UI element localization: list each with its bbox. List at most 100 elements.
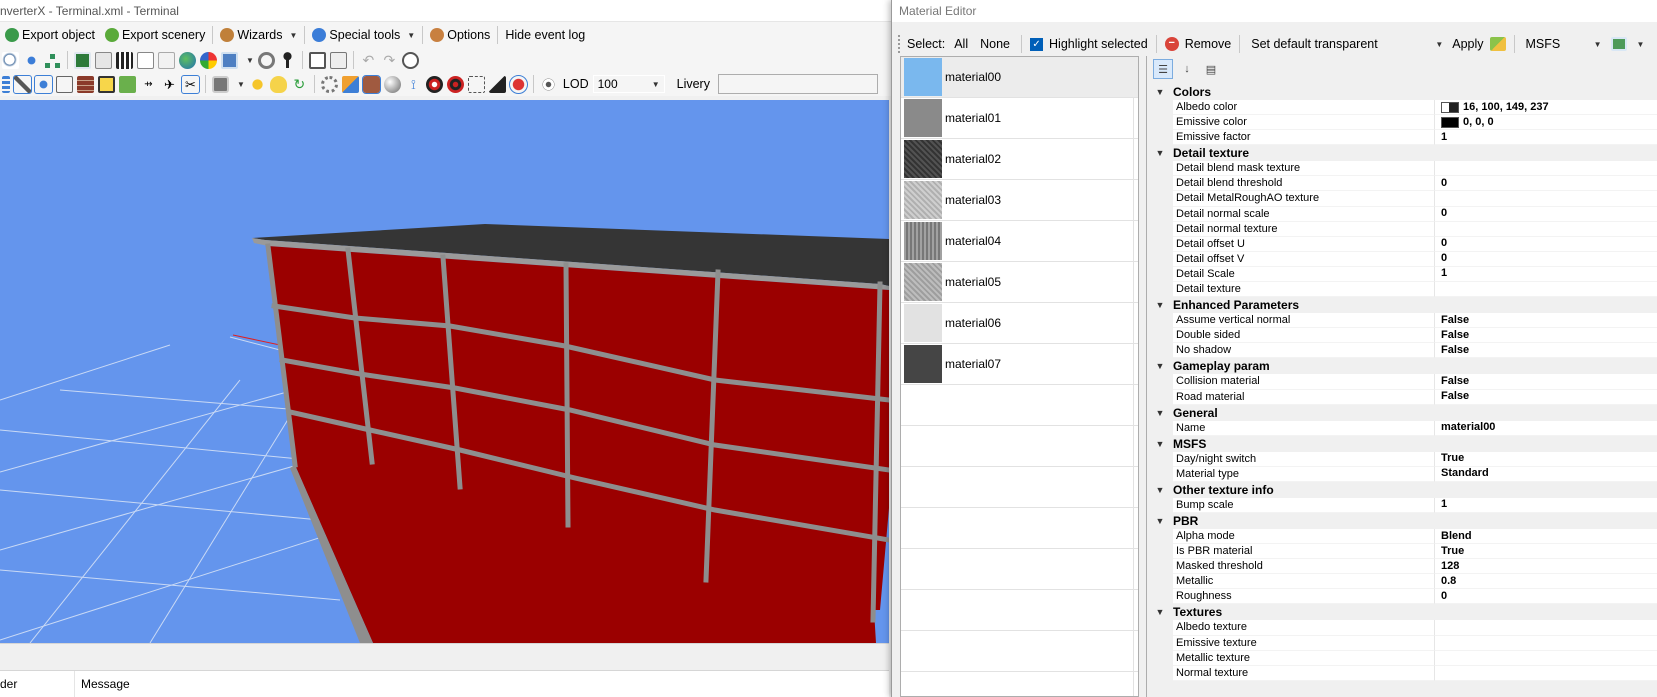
color-wheel-icon[interactable]	[200, 51, 217, 69]
property-row-detail-blend-threshold[interactable]: Detail blend threshold 0	[1147, 176, 1657, 192]
property-row-masked-threshold[interactable]: Masked threshold 128	[1147, 559, 1657, 575]
property-value[interactable]	[1435, 636, 1657, 651]
globe-icon[interactable]	[179, 51, 196, 69]
property-row-day-night-switch[interactable]: Day/night switch True	[1147, 451, 1657, 467]
chevron-down-icon[interactable]: ▼	[1147, 300, 1173, 310]
livery-input[interactable]	[717, 74, 878, 94]
property-value[interactable]: False	[1435, 390, 1657, 405]
chevron-down-icon[interactable]: ▼	[1147, 485, 1173, 495]
property-value[interactable]: 0, 0, 0	[1435, 115, 1657, 131]
property-pages-icon[interactable]: ▤	[1201, 59, 1221, 79]
property-value[interactable]: True	[1435, 544, 1657, 560]
person-icon[interactable]	[278, 51, 296, 69]
measure-icon[interactable]	[13, 74, 32, 94]
category-other-texture-info[interactable]: ▼ Other texture info	[1147, 481, 1657, 498]
material-list-item[interactable]: material04	[901, 221, 1138, 262]
lod-select[interactable]: 100 ▼	[592, 75, 665, 93]
toolbar-grip[interactable]	[898, 35, 901, 53]
property-row-albedo-texture[interactable]: Albedo texture	[1147, 620, 1657, 636]
category-pbr[interactable]: ▼ PBR	[1147, 512, 1657, 529]
property-row-is-pbr-material[interactable]: Is PBR material True	[1147, 544, 1657, 560]
scissors-icon[interactable]: ✂	[181, 74, 200, 94]
select-none-button[interactable]: None	[977, 37, 1013, 51]
3d-viewport[interactable]	[0, 100, 889, 643]
remove-button[interactable]: Remove	[1185, 37, 1232, 51]
sphere-icon[interactable]	[383, 75, 401, 93]
highlight-selected-checkbox[interactable]: ✓	[1030, 37, 1044, 51]
hierarchy-icon[interactable]	[44, 51, 61, 69]
document-icon[interactable]	[137, 51, 154, 69]
property-row-detail-normal-texture[interactable]: Detail normal texture	[1147, 221, 1657, 237]
property-value[interactable]	[1435, 666, 1657, 681]
select-all-button[interactable]: All	[951, 37, 971, 51]
teapot-icon[interactable]	[508, 74, 528, 94]
property-row-collision-material[interactable]: Collision material False	[1147, 374, 1657, 390]
chevron-down-icon[interactable]: ▼	[1637, 40, 1645, 49]
property-value[interactable]: 1	[1435, 130, 1657, 146]
menu-options[interactable]: Options	[425, 24, 495, 46]
export-settings-icon[interactable]	[1610, 37, 1627, 51]
chevron-down-icon[interactable]: ▼	[1147, 408, 1173, 418]
locate-icon[interactable]	[23, 51, 40, 69]
highlight-selected-label[interactable]: Highlight selected	[1049, 37, 1148, 51]
select-tool-icon[interactable]	[34, 74, 53, 94]
airplane-icon[interactable]: ✈	[161, 76, 178, 93]
chevron-down-icon[interactable]: ▼	[1147, 87, 1173, 97]
property-row-metallic-texture[interactable]: Metallic texture	[1147, 650, 1657, 666]
target-black-icon[interactable]	[446, 75, 464, 93]
sun-icon[interactable]	[248, 75, 266, 93]
property-value[interactable]	[1435, 282, 1657, 298]
property-value[interactable]: Standard	[1435, 467, 1657, 482]
property-row-bump-scale[interactable]: Bump scale 1	[1147, 497, 1657, 513]
green-square-icon[interactable]	[119, 75, 136, 93]
property-value[interactable]: 0	[1435, 237, 1657, 252]
menu-export-scenery[interactable]: Export scenery	[100, 24, 210, 46]
property-value[interactable]: 0	[1435, 207, 1657, 222]
apply-wizard-icon[interactable]	[1489, 37, 1506, 51]
property-value[interactable]: 0	[1435, 589, 1657, 605]
property-row-name[interactable]: Name material00	[1147, 420, 1657, 436]
event-log-col-order[interactable]: der	[0, 671, 75, 697]
property-row-assume-vertical-normal[interactable]: Assume vertical normal False	[1147, 313, 1657, 329]
category-detail-texture[interactable]: ▼ Detail texture	[1147, 145, 1657, 162]
property-value[interactable]	[1435, 620, 1657, 636]
property-value[interactable]: False	[1435, 343, 1657, 359]
material-list-item[interactable]: material07	[901, 344, 1138, 385]
property-value[interactable]: False	[1435, 374, 1657, 390]
property-row-detail-normal-scale[interactable]: Detail normal scale 0	[1147, 206, 1657, 222]
brick-icon[interactable]	[77, 75, 94, 93]
link-icon[interactable]	[257, 51, 275, 69]
grid-icon[interactable]	[329, 51, 347, 69]
event-log-col-message[interactable]: Message	[75, 677, 130, 691]
property-row-material-type[interactable]: Material type Standard	[1147, 466, 1657, 482]
property-row-double-sided[interactable]: Double sided False	[1147, 328, 1657, 344]
property-value[interactable]	[1435, 651, 1657, 666]
redo-icon[interactable]: ↷	[381, 52, 398, 69]
menu-export-object[interactable]: Export object	[0, 24, 100, 46]
chevron-down-icon[interactable]: ▼	[1147, 439, 1173, 449]
undo-icon[interactable]: ↶	[360, 52, 377, 69]
chevron-down-icon[interactable]: ▼	[1147, 607, 1173, 617]
material-list-item[interactable]: material05	[901, 262, 1138, 303]
category-colors[interactable]: ▼ Colors	[1147, 84, 1657, 100]
category-textures[interactable]: ▼ Textures	[1147, 604, 1657, 621]
box-icon[interactable]	[341, 75, 359, 93]
material-list-item[interactable]: material00	[901, 57, 1138, 98]
refresh-icon[interactable]: ↻	[291, 76, 308, 93]
property-value[interactable]: 1	[1435, 267, 1657, 283]
property-row-alpha-mode[interactable]: Alpha mode Blend	[1147, 528, 1657, 545]
category-gameplay-param[interactable]: ▼ Gameplay param	[1147, 358, 1657, 375]
menu-wizards[interactable]: Wizards ▼	[215, 24, 302, 46]
property-value[interactable]: 128	[1435, 559, 1657, 575]
menu-special-tools[interactable]: Special tools ▼	[307, 24, 420, 46]
texture-icon[interactable]	[74, 51, 91, 69]
film-icon[interactable]	[116, 51, 133, 69]
property-value[interactable]: material00	[1435, 421, 1657, 436]
property-value[interactable]: 0	[1435, 252, 1657, 267]
property-row-no-shadow[interactable]: No shadow False	[1147, 343, 1657, 359]
property-value[interactable]: False	[1435, 313, 1657, 329]
property-value[interactable]	[1435, 191, 1657, 207]
material-ball-icon[interactable]	[361, 74, 381, 94]
property-value[interactable]: 0.8	[1435, 574, 1657, 590]
material-list-item[interactable]: material01	[901, 98, 1138, 139]
